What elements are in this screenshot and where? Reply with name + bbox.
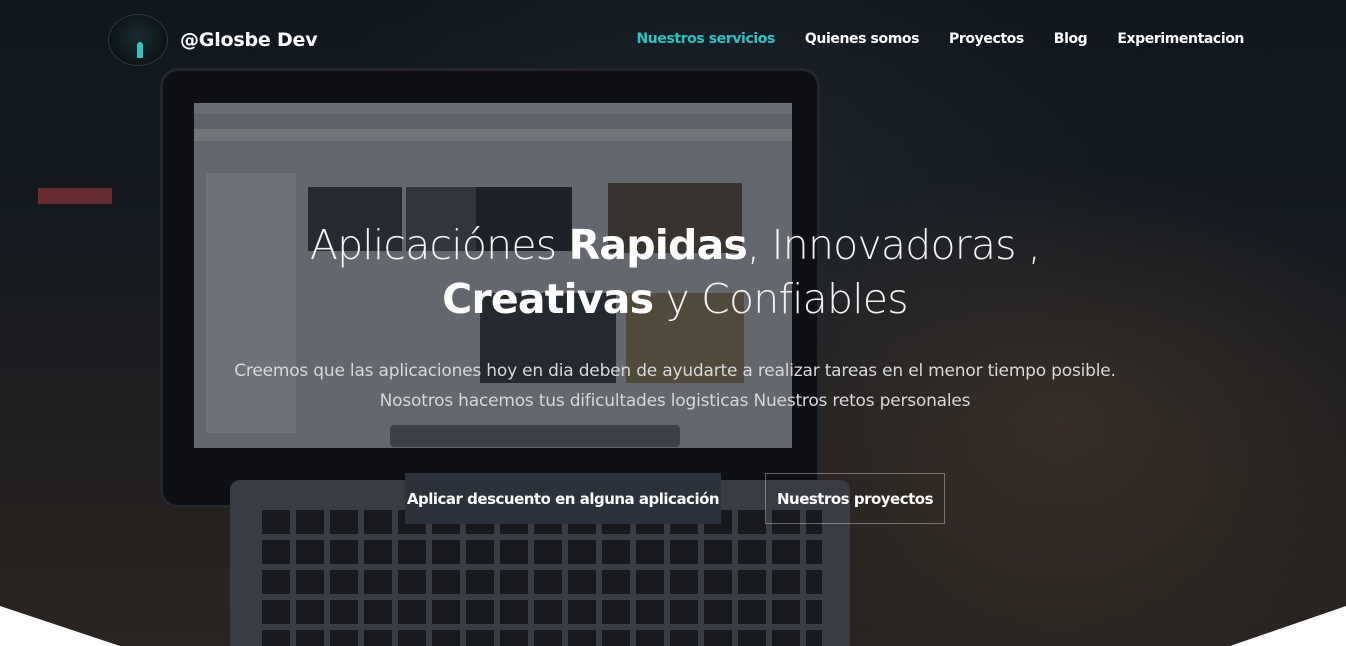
nav-item-proyectos[interactable]: Proyectos xyxy=(949,31,1024,47)
brand-name[interactable]: @Glosbe Dev xyxy=(180,29,318,51)
our-projects-button[interactable]: Nuestros proyectos xyxy=(765,473,945,524)
headline-part-2: , Innovadoras , xyxy=(747,221,1041,269)
nav-item-nuestros-servicios[interactable]: Nuestros servicios xyxy=(636,31,775,47)
headline-bold-2: Creativas xyxy=(442,275,654,323)
subtitle-line-2: Nosotros hacemos tus dificultades logist… xyxy=(379,391,971,411)
headline-part-3: y Confiables xyxy=(653,275,908,323)
main-nav: Nuestros servicios Quienes somos Proyect… xyxy=(636,31,1244,47)
hero-headline: Aplicaciónes Rapidas, Innovadoras , Crea… xyxy=(200,218,1150,326)
headline-bold-1: Rapidas xyxy=(568,221,748,269)
nav-item-blog[interactable]: Blog xyxy=(1054,31,1088,47)
logo-figure-icon xyxy=(137,42,143,58)
headline-part-1: Aplicaciónes xyxy=(309,221,569,269)
apply-discount-button[interactable]: Aplicar descuento en alguna aplicación xyxy=(405,473,721,524)
hero-subtitle: Creemos que las aplicaciones hoy en dia … xyxy=(180,356,1170,416)
subtitle-line-1: Creemos que las aplicaciones hoy en dia … xyxy=(234,361,1116,381)
bottom-wedge-divider xyxy=(0,606,1346,646)
nav-item-quienes-somos[interactable]: Quienes somos xyxy=(805,31,920,47)
logo[interactable] xyxy=(108,14,168,66)
nav-item-experimentacion[interactable]: Experimentacion xyxy=(1117,31,1244,47)
